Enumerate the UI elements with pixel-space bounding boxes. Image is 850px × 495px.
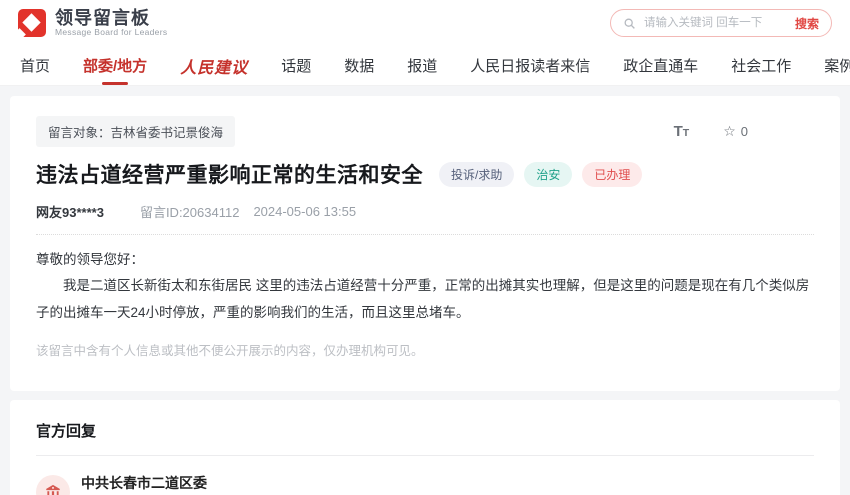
message-card: 留言对象：吉林省委书记景俊海 TT ☆ 0 违法占道经营严重影响正常的生活和安全… xyxy=(10,96,840,391)
favorite-button[interactable]: ☆ 0 xyxy=(723,123,748,140)
tag-status-handled: 已办理 xyxy=(582,162,642,187)
nav-item-reader-letters[interactable]: 人民日报读者来信 xyxy=(470,55,590,76)
tag-public-security: 治安 xyxy=(524,162,572,187)
nav-item-social-work[interactable]: 社会工作 xyxy=(731,55,791,76)
avatar xyxy=(36,475,70,495)
message-author: 网友93****3 xyxy=(36,202,104,221)
nav-item-data[interactable]: 数据 xyxy=(344,55,374,76)
message-title-row: 违法占道经营严重影响正常的生活和安全 投诉/求助 治安 已办理 xyxy=(36,159,814,189)
official-reply-card: 官方回复 中共长春市二道区委 2024-05-16 16:08 网友，您好！收到… xyxy=(10,400,840,495)
logo-text: 领导留言板 Message Board for Leaders xyxy=(55,9,167,38)
message-target-badge: 留言对象：吉林省委书记景俊海 xyxy=(36,116,235,147)
message-body: 尊敬的领导您好： 我是二道区长新街太和东街居民 这里的违法占道经营十分严重，正常… xyxy=(36,247,814,326)
reply-section-title: 官方回复 xyxy=(36,420,814,441)
message-head-row: 留言对象：吉林省委书记景俊海 TT ☆ 0 xyxy=(36,116,814,147)
reply-organization: 中共长春市二道区委 xyxy=(81,474,207,492)
font-size-large-glyph: T xyxy=(674,123,683,140)
message-tags: 投诉/求助 治安 已办理 xyxy=(439,162,642,187)
message-meta-row: 网友93****3 留言ID:20634112 2024-05-06 13:55 xyxy=(36,202,814,221)
logo-icon xyxy=(18,9,46,37)
search-button[interactable]: 搜索 xyxy=(795,15,819,32)
message-paragraph: 尊敬的领导您好： xyxy=(36,247,814,273)
site-subtitle: Message Board for Leaders xyxy=(55,27,167,37)
nav-item-reports[interactable]: 报道 xyxy=(407,55,437,76)
font-size-toggle[interactable]: TT xyxy=(674,124,690,140)
content-area: 留言对象：吉林省委书记景俊海 TT ☆ 0 违法占道经营严重影响正常的生活和安全… xyxy=(0,86,850,495)
star-icon: ☆ xyxy=(723,123,736,140)
reply-author-block: 中共长春市二道区委 2024-05-16 16:08 xyxy=(81,474,207,495)
main-nav: 首页 部委/地方 人民建议 话题 数据 报道 人民日报读者来信 政企直通车 社会… xyxy=(0,46,850,86)
message-tools: TT ☆ 0 xyxy=(674,123,748,140)
page: 领导留言板 Message Board for Leaders 搜索 首页 部委… xyxy=(0,0,850,495)
dotted-divider xyxy=(36,234,814,235)
favorite-count: 0 xyxy=(741,124,748,139)
nav-item-gov-business-line[interactable]: 政企直通车 xyxy=(623,55,698,76)
reply-header: 中共长春市二道区委 2024-05-16 16:08 xyxy=(36,474,814,495)
message-title: 违法占道经营严重影响正常的生活和安全 xyxy=(36,159,423,189)
tag-complaint: 投诉/求助 xyxy=(439,162,514,187)
nav-item-home[interactable]: 首页 xyxy=(20,55,50,76)
message-datetime: 2024-05-06 13:55 xyxy=(253,204,356,219)
site-logo[interactable]: 领导留言板 Message Board for Leaders xyxy=(18,9,167,38)
font-size-small-glyph: T xyxy=(683,127,689,139)
message-id: 留言ID:20634112 xyxy=(140,202,240,221)
search-input[interactable] xyxy=(642,16,795,30)
government-building-icon xyxy=(44,483,62,495)
message-paragraph: 我是二道区长新街太和东街居民 这里的违法占道经营十分严重，正常的出摊其实也理解，… xyxy=(36,273,814,326)
reply-divider xyxy=(36,455,814,456)
nav-item-peoples-suggestions[interactable]: 人民建议 xyxy=(180,54,248,78)
nav-item-case-library[interactable]: 案例库 xyxy=(824,55,850,76)
privacy-note: 该留言中含有个人信息或其他不便公开展示的内容，仅办理机构可见。 xyxy=(36,340,814,359)
nav-item-ministries-regions[interactable]: 部委/地方 xyxy=(83,55,147,76)
site-title: 领导留言板 xyxy=(55,9,167,28)
top-bar: 领导留言板 Message Board for Leaders 搜索 xyxy=(0,0,850,46)
search-icon xyxy=(623,17,636,30)
search-box: 搜索 xyxy=(610,9,832,37)
nav-item-topics[interactable]: 话题 xyxy=(281,55,311,76)
